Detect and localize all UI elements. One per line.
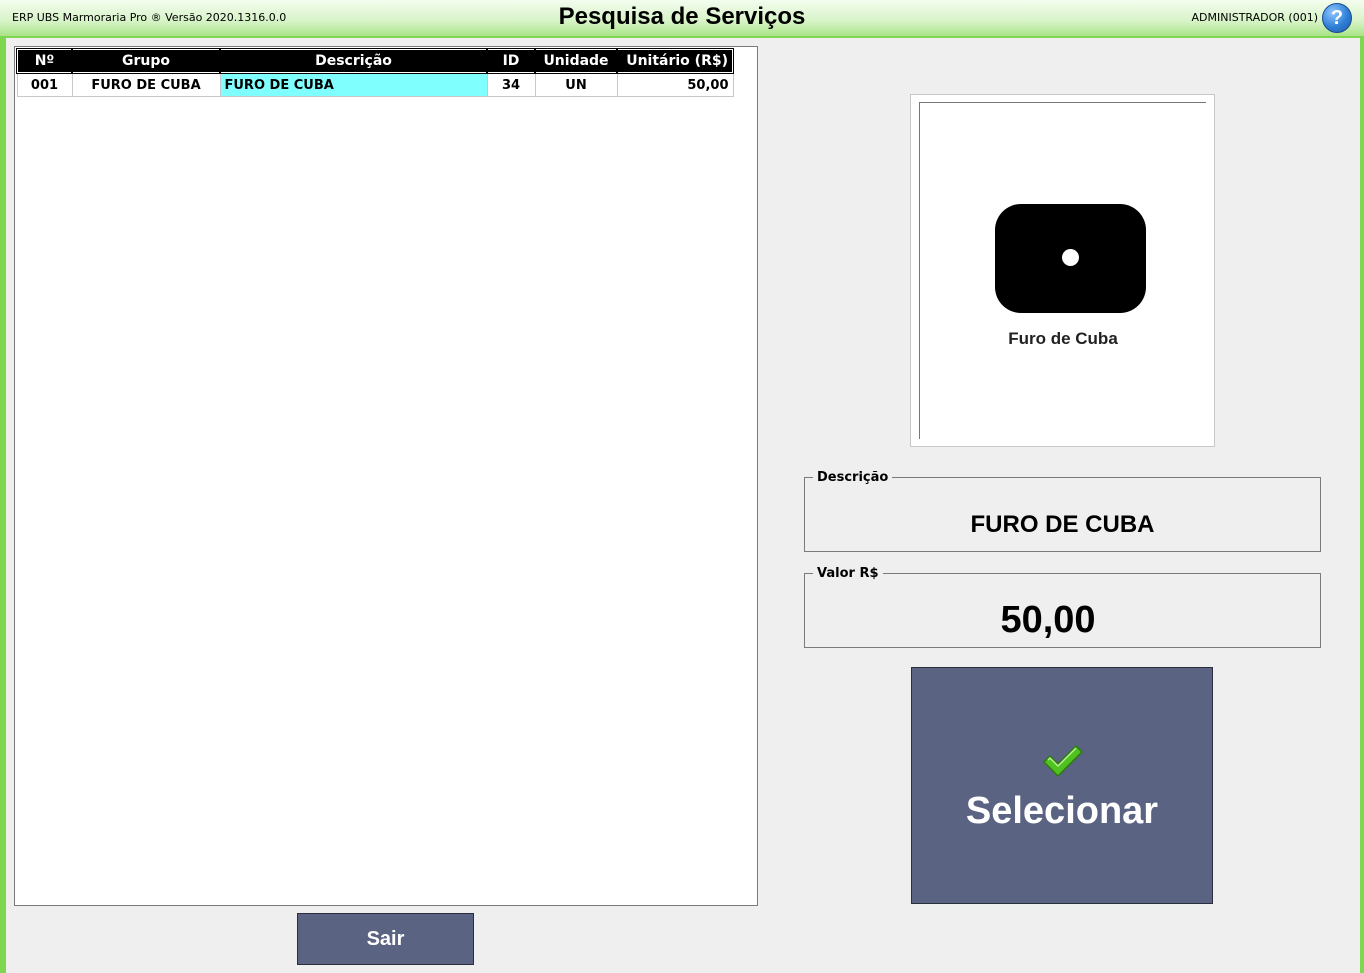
window-frame-right bbox=[1360, 0, 1364, 973]
cell-unitario[interactable]: 50,00 bbox=[616, 72, 734, 97]
service-image-caption: Furo de Cuba bbox=[1008, 329, 1118, 348]
cell-grupo[interactable]: FURO DE CUBA bbox=[71, 72, 221, 97]
price-box: Valor R$ 50,00 bbox=[804, 566, 1321, 648]
window-title: Pesquisa de Serviços bbox=[558, 3, 806, 30]
services-grid[interactable]: Nº Grupo Descrição ID Unidade Unitário (… bbox=[14, 46, 758, 906]
service-image-panel: Furo de Cuba bbox=[910, 94, 1215, 447]
column-header-id[interactable]: ID bbox=[486, 48, 536, 74]
description-label: Descrição bbox=[817, 470, 889, 485]
description-value: FURO DE CUBA bbox=[970, 511, 1155, 538]
cell-unidade[interactable]: UN bbox=[534, 72, 618, 97]
help-icon[interactable]: ? bbox=[1322, 3, 1352, 33]
price-value: 50,00 bbox=[1000, 599, 1096, 641]
table-row[interactable]: 001 FURO DE CUBA FURO DE CUBA 34 UN 50,0… bbox=[16, 72, 734, 97]
sink-hole-icon bbox=[995, 204, 1146, 313]
column-header-unitario[interactable]: Unitário (R$) bbox=[616, 48, 734, 74]
service-image-frame: Furo de Cuba bbox=[919, 102, 1206, 439]
exit-button[interactable]: Sair bbox=[297, 913, 474, 965]
check-icon bbox=[1043, 745, 1083, 777]
window-frame-left bbox=[0, 0, 6, 973]
select-button[interactable]: Selecionar bbox=[911, 667, 1213, 904]
sink-hole-dot bbox=[1062, 249, 1079, 266]
column-header-descricao[interactable]: Descrição bbox=[219, 48, 488, 74]
current-user-label: ADMINISTRADOR (001) bbox=[1191, 11, 1318, 24]
services-table: Nº Grupo Descrição ID Unidade Unitário (… bbox=[16, 48, 734, 97]
description-box: Descrição FURO DE CUBA bbox=[804, 470, 1321, 552]
table-header-row: Nº Grupo Descrição ID Unidade Unitário (… bbox=[16, 48, 734, 74]
column-header-num[interactable]: Nº bbox=[16, 48, 73, 74]
column-header-grupo[interactable]: Grupo bbox=[71, 48, 221, 74]
cell-id[interactable]: 34 bbox=[486, 72, 536, 97]
price-label: Valor R$ bbox=[817, 566, 879, 581]
cell-descricao[interactable]: FURO DE CUBA bbox=[219, 72, 488, 97]
column-header-unidade[interactable]: Unidade bbox=[534, 48, 618, 74]
select-button-label: Selecionar bbox=[965, 790, 1159, 832]
title-bar: ERP UBS Marmoraria Pro ® Versão 2020.131… bbox=[0, 0, 1364, 38]
cell-num[interactable]: 001 bbox=[16, 72, 73, 97]
